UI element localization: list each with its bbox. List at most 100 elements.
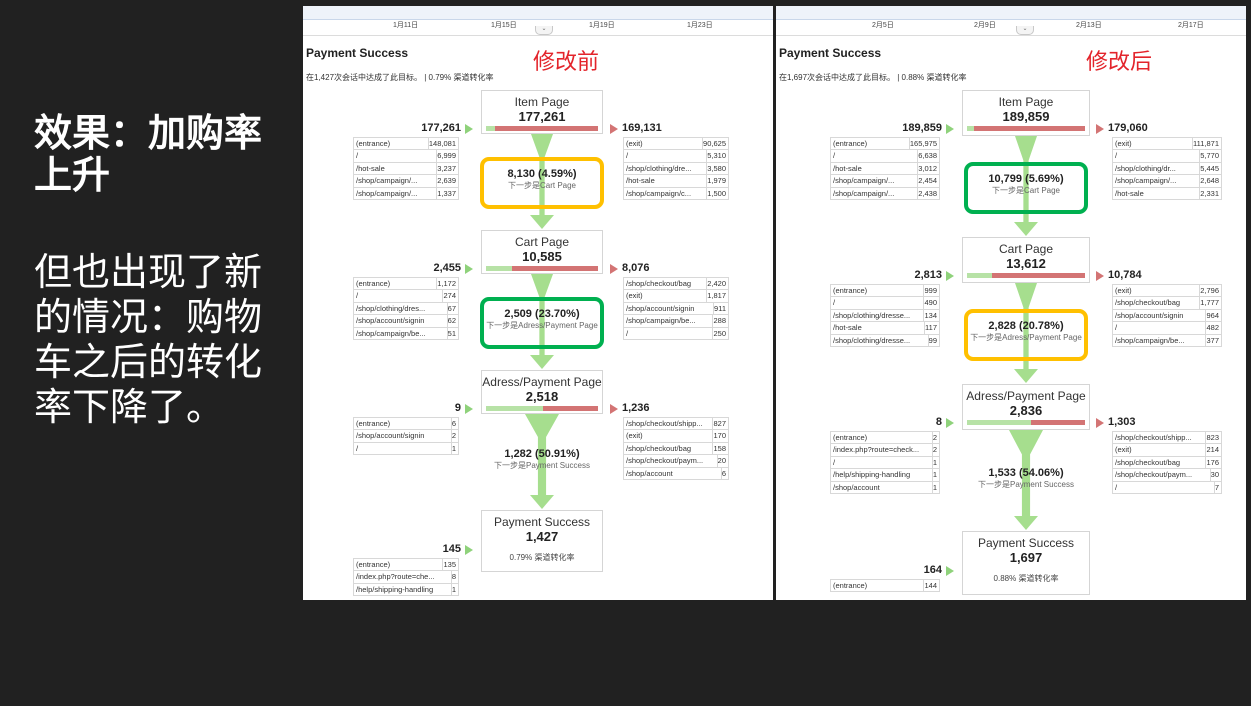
table-row[interactable]: /shop/checkout/bag 158 [623,442,729,456]
table-row[interactable]: /hot-sale 3,237 [353,162,459,176]
entrances-count: 8 [935,416,942,428]
table-row[interactable]: /help/shipping-handling 1 [353,583,459,597]
table-row[interactable]: (entrance) 999 [830,285,940,298]
timeline-band [303,6,773,20]
row-source: (entrance) [354,138,429,150]
table-row[interactable]: /shop/campaign/be... 288 [623,315,729,328]
row-count: 1,817 [707,291,726,301]
table-row[interactable]: /1 [830,456,940,470]
entrance-arrow-icon [465,545,473,555]
table-row[interactable]: (exit) 90,625 [623,138,729,151]
table-row[interactable]: /hot-sale 2,331 [1112,187,1222,200]
table-row[interactable]: (entrance) 2 [830,432,940,445]
table-row[interactable]: (exit) 214 [1112,444,1222,457]
slide: 效果：加购率 上升 但也出现了新 的情况：购物 车之后的转化 率下降了。 1月1… [0,0,1251,706]
exits-count: 8,076 [622,262,650,274]
table-row[interactable]: (exit) 2,796 [1112,285,1222,298]
table-row[interactable]: /6,638 [830,150,940,163]
row-source: / [354,150,438,162]
table-row[interactable]: /shop/clothing/dresse... 134 [830,309,940,323]
table-row[interactable]: (entrance) 165,975 [830,138,940,151]
table-row[interactable]: /shop/checkout/bag 2,420 [623,278,729,291]
table-row[interactable]: /shop/campaign/be... 377 [1112,334,1222,347]
table-row[interactable]: /shop/clothing/dr... 5,445 [1112,162,1222,176]
entrances-count: 2,455 [433,262,461,274]
table-row[interactable]: /shop/checkout/bag 1,777 [1112,297,1222,310]
table-row[interactable]: /shop/campaign/... 2,438 [830,187,940,200]
table-row[interactable]: /shop/account/signin 911 [623,302,729,316]
table-row[interactable]: (entrance) 6 [353,418,459,431]
funnel-step-box[interactable]: Payment Success 1,427 0.79% 渠道转化率 [481,510,603,572]
table-row[interactable]: /5,770 [1112,150,1222,163]
entrance-share-bar [967,273,992,278]
table-row[interactable]: (entrance) 1,172 [353,278,459,291]
table-row[interactable]: (entrance) 135 [353,559,459,572]
table-row[interactable]: /shop/campaign/c... 1,500 [623,187,729,200]
table-row[interactable]: /490 [830,297,940,310]
table-row[interactable]: (exit) 170 [623,430,729,443]
row-count: 62 [447,316,456,326]
table-row[interactable]: /help/shipping-handling 1 [830,469,940,482]
entrance-sources-table: (entrance) 148,081/6,999/hot-sale 3,237/sh… [353,137,459,200]
table-row[interactable]: /250 [623,327,729,340]
entrance-arrow-icon [465,264,473,274]
table-row[interactable]: /shop/campaign/... 2,454 [830,175,940,188]
funnel-screenshot-after: 2月5日 2月9日 2月13日 2月17日 ⌄ Payment Success 在1,697… [776,6,1246,600]
table-row[interactable]: (exit) 1,817 [623,290,729,303]
table-row[interactable]: /7 [1112,481,1222,494]
funnel-step-box[interactable]: Payment Success 1,697 0.88% 渠道转化率 [962,531,1090,595]
row-destination: / [1113,150,1201,162]
table-row[interactable]: /shop/clothing/dres... 67 [353,302,459,316]
table-row[interactable]: /shop/checkout/shipp... 827 [623,418,729,431]
table-row[interactable]: /shop/account/signin 964 [1112,309,1222,323]
table-row[interactable]: /274 [353,290,459,303]
table-row[interactable]: (exit) 111,871 [1112,138,1222,151]
table-row[interactable]: /index.php?route=check... 2 [830,444,940,457]
table-row[interactable]: /shop/checkout/bag 176 [1112,456,1222,470]
table-row[interactable]: /shop/account/signin 2 [353,430,459,443]
row-destination: (exit) [1113,138,1193,150]
table-row[interactable]: /shop/checkout/paym... 20 [623,455,729,468]
table-row[interactable]: /hot-sale 117 [830,322,940,335]
table-row[interactable]: (entrance) 148,081 [353,138,459,151]
table-row[interactable]: /shop/campaign/be... 51 [353,327,459,340]
table-row[interactable]: /hot-sale 3,012 [830,162,940,176]
row-source: / [354,290,444,302]
row-source: /help/shipping-handling [354,583,452,596]
table-row[interactable]: /shop/campaign/... 1,337 [353,187,459,200]
table-row[interactable]: (entrance) 144 [830,580,940,593]
table-row[interactable]: /shop/account 1 [830,481,940,494]
table-row[interactable]: /shop/checkout/shipp... 823 [1112,432,1222,445]
exits-count: 1,236 [622,402,650,414]
body-line: 的情况：购物 [34,295,263,339]
entrances-count: 177,261 [421,122,461,134]
table-row[interactable]: /shop/account 6 [623,467,729,480]
row-count: 135 [443,560,456,569]
table-row[interactable]: /6,999 [353,150,459,163]
next-step-label: 下一步是Payment Success [493,461,591,470]
table-row[interactable]: /shop/clothing/dresse... 99 [830,334,940,347]
row-count: 2,454 [918,176,937,186]
table-row[interactable]: /hot-sale 1,979 [623,175,729,188]
down-arrow-icon [530,355,554,369]
table-row[interactable]: /shop/clothing/dre... 3,580 [623,162,729,176]
collapse-chevron-icon[interactable]: ⌄ [535,26,553,35]
row-destination: (exit) [624,138,704,150]
step-value: 189,859 [1002,109,1050,124]
table-row[interactable]: /shop/checkout/paym... 30 [1112,469,1222,482]
table-row[interactable]: /shop/campaign/... 2,639 [353,175,459,188]
row-destination: (exit) [1113,444,1207,456]
table-row[interactable]: /shop/account/signin 62 [353,315,459,328]
row-count: 111,871 [1193,139,1219,148]
row-source: (entrance) [354,418,452,430]
table-row[interactable]: /1 [353,442,459,456]
row-count: 3,580 [707,163,726,173]
table-row[interactable]: /shop/campaign/... 2,648 [1112,175,1222,188]
step-value: 2,518 [525,389,559,404]
row-destination: /shop/checkout/bag [1113,297,1201,309]
table-row[interactable]: /482 [1112,322,1222,335]
funnel-screenshot-before: 1月11日 1月15日 1月19日 1月23日 ⌄ Payment Success 在1,4… [303,6,773,600]
table-row[interactable]: /index.php?route=che... 8 [353,571,459,584]
table-row[interactable]: /5,310 [623,150,729,163]
collapse-chevron-icon[interactable]: ⌄ [1016,26,1034,35]
